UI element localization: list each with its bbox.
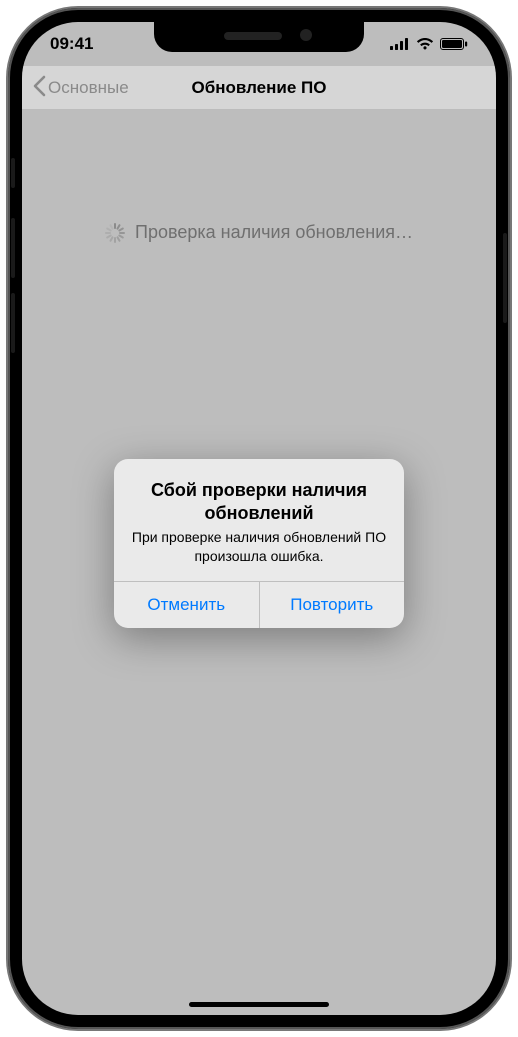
- side-button: [503, 233, 507, 323]
- volume-down-button: [11, 293, 15, 353]
- retry-button[interactable]: Повторить: [259, 582, 405, 628]
- alert-dialog: Сбой проверки наличия обновлений При про…: [114, 459, 404, 627]
- alert-backdrop: Сбой проверки наличия обновлений При про…: [22, 22, 496, 1015]
- home-indicator: [189, 1002, 329, 1007]
- alert-message: При проверке наличия обновлений ПО произ…: [130, 528, 388, 564]
- phone-frame: 09:41 Основные Обновление ПО: [8, 8, 510, 1029]
- cancel-button[interactable]: Отменить: [114, 582, 259, 628]
- screen: 09:41 Основные Обновление ПО: [22, 22, 496, 1015]
- volume-up-button: [11, 218, 15, 278]
- mute-switch: [11, 158, 15, 188]
- alert-title: Сбой проверки наличия обновлений: [130, 479, 388, 524]
